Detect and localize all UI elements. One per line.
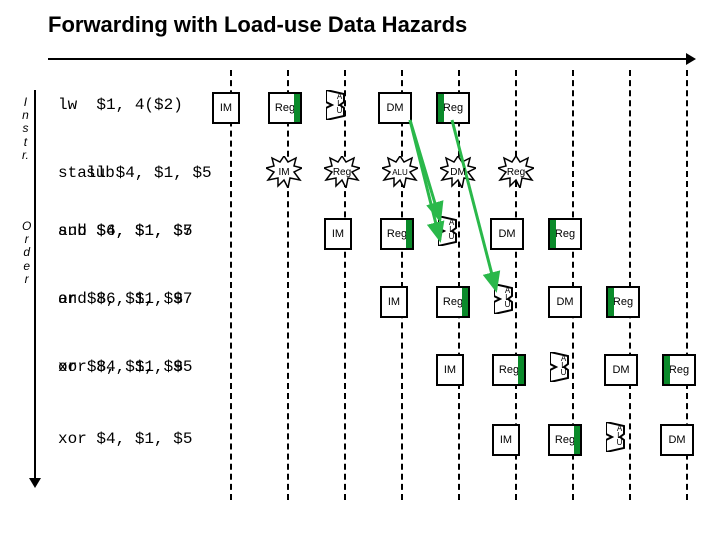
time-arrow xyxy=(48,58,688,60)
page-title: Forwarding with Load-use Data Hazards xyxy=(48,12,467,38)
stage-dm: DM xyxy=(490,218,524,250)
stage-dm: DM xyxy=(548,286,582,318)
stage-reg-burst: Reg xyxy=(498,156,534,188)
order-arrow xyxy=(34,90,36,480)
stage-im: IM xyxy=(324,218,352,250)
stage-alu: ALU xyxy=(438,216,464,246)
stage-alu: ALU xyxy=(550,352,576,382)
stage-reg: Reg xyxy=(436,286,470,318)
stage-reg: Reg xyxy=(492,354,526,386)
instr-or: or $8, $1, $9 xor $4, $1, $5 xyxy=(58,358,183,376)
stage-im-burst: IM xyxy=(266,156,302,188)
stage-dm: DM xyxy=(604,354,638,386)
instr-xor: xor $4, $1, $5 xyxy=(58,430,192,448)
stage-reg: Reg xyxy=(548,424,582,456)
stage-alu-burst: ALU xyxy=(382,156,418,188)
stage-dm: DM xyxy=(378,92,412,124)
vlabel-order: Order xyxy=(22,220,31,286)
stage-reg: Reg xyxy=(436,92,470,124)
cycle-line xyxy=(287,70,289,500)
cycle-line xyxy=(458,70,460,500)
cycle-line xyxy=(401,70,403,500)
stage-alu: ALU xyxy=(326,90,352,120)
stage-im: IM xyxy=(380,286,408,318)
cycle-line xyxy=(230,70,232,500)
instr-sub: sub $4, $1, $5 and $6, $1, $7 xyxy=(58,222,192,240)
stage-reg: Reg xyxy=(662,354,696,386)
instr-stall: stall $4, $1, $5 sub xyxy=(58,164,212,182)
stage-alu: ALU xyxy=(494,284,520,314)
stage-im: IM xyxy=(492,424,520,456)
forwarding-arrows xyxy=(0,0,720,540)
instr-and: and $6, $1, $7 or $8, $1, $9 xyxy=(58,290,192,308)
instr-xor-overlay: xor $4, $1, $5 xyxy=(58,358,192,376)
stage-alu: ALU xyxy=(606,422,632,452)
vlabel-instr: Instr. xyxy=(22,96,29,162)
stage-dm-burst: DM xyxy=(440,156,476,188)
stage-reg: Reg xyxy=(268,92,302,124)
stage-reg-burst: Reg xyxy=(324,156,360,188)
cycle-line xyxy=(344,70,346,500)
stage-reg: Reg xyxy=(606,286,640,318)
instr-and-overlay: and $6, $1, $7 xyxy=(58,222,192,240)
instr-or-overlay: or $8, $1, $9 xyxy=(58,290,183,308)
stage-reg: Reg xyxy=(548,218,582,250)
stage-dm: DM xyxy=(660,424,694,456)
stage-im: IM xyxy=(436,354,464,386)
stage-reg: Reg xyxy=(380,218,414,250)
instr-lw: lw $1, 4($2) xyxy=(58,96,183,114)
stage-im: IM xyxy=(212,92,240,124)
